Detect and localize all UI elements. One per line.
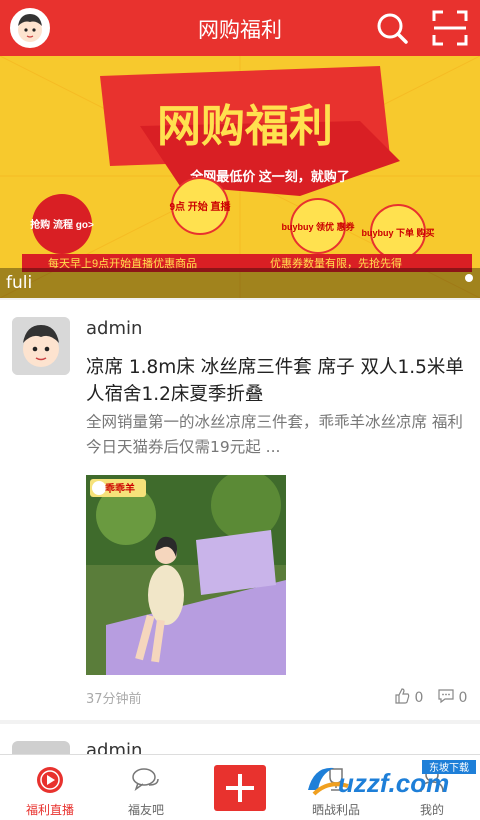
tab-community[interactable]: 福友吧: [98, 755, 194, 820]
comment-count: 0: [458, 690, 468, 706]
post-author-avatar[interactable]: [12, 741, 70, 754]
tab-label: 晒战利品: [311, 803, 360, 817]
banner-caption: fuli: [6, 273, 33, 293]
badge-2: 9点 开始 直播: [169, 200, 231, 213]
play-circle-icon: [37, 767, 63, 793]
tab-welfare-live[interactable]: 福利直播: [2, 755, 98, 820]
post-timestamp: 37分钟前: [86, 692, 142, 707]
badge-1: 抢购 流程 go>: [30, 218, 94, 231]
plus-icon-vertical: [238, 774, 242, 802]
thumbs-up-icon: [395, 688, 410, 704]
banner-caption-bar: [0, 268, 480, 298]
post-author-name[interactable]: admin: [86, 740, 142, 754]
avatar-face-icon: [12, 317, 70, 375]
carousel-indicator-dot[interactable]: [464, 273, 474, 283]
top-app-bar: 网购福利: [0, 0, 480, 56]
tab-label: 福友吧: [127, 803, 164, 817]
like-button[interactable]: 0: [394, 688, 423, 706]
comment-icon: [438, 689, 454, 704]
post-image[interactable]: 乖乖羊: [86, 475, 286, 675]
product-photo: 乖乖羊: [86, 475, 286, 675]
post-card-next[interactable]: admin: [0, 724, 480, 754]
post-author-avatar[interactable]: [12, 317, 70, 375]
comment-button[interactable]: 0: [438, 688, 467, 706]
search-icon[interactable]: [374, 10, 410, 46]
post-title[interactable]: 凉席 1.8m床 冰丝席三件套 席子 双人1.5米单人宿舍1.2床夏季折叠: [86, 354, 470, 408]
scan-qr-icon[interactable]: [432, 10, 468, 46]
add-post-button[interactable]: [214, 765, 266, 811]
tab-label: 福利直播: [25, 803, 74, 817]
chat-bubbles-icon: [132, 768, 159, 791]
post-description: 全网销量第一的冰丝凉席三件套，乖乖羊冰丝凉席 福利 今日天猫券后仅需19元起 .…: [86, 413, 463, 456]
promo-banner[interactable]: 网购福利 全网最低价 这一刻，就购了 抢购 流程 go> 9点 开始 直播 bu…: [0, 56, 480, 298]
badge-4: buybuy 下单 购买: [361, 227, 434, 238]
tab-label: 我的: [419, 803, 444, 817]
post-author-name[interactable]: admin: [86, 318, 142, 339]
post-card[interactable]: admin 凉席 1.8m床 冰丝席三件套 席子 双人1.5米单人宿舍1.2床夏…: [0, 300, 480, 720]
banner-artwork: 网购福利 全网最低价 这一刻，就购了 抢购 流程 go> 9点 开始 直播 bu…: [0, 56, 480, 298]
banner-headline: 网购福利: [157, 102, 333, 151]
image-brand-label: 乖乖羊: [105, 482, 135, 495]
like-count: 0: [414, 690, 424, 706]
badge-3: buybuy 领优 惠券: [281, 221, 355, 232]
watermark-tag: 东坡下载: [429, 761, 469, 774]
site-watermark: uzzf.com 东坡下载: [308, 760, 476, 798]
